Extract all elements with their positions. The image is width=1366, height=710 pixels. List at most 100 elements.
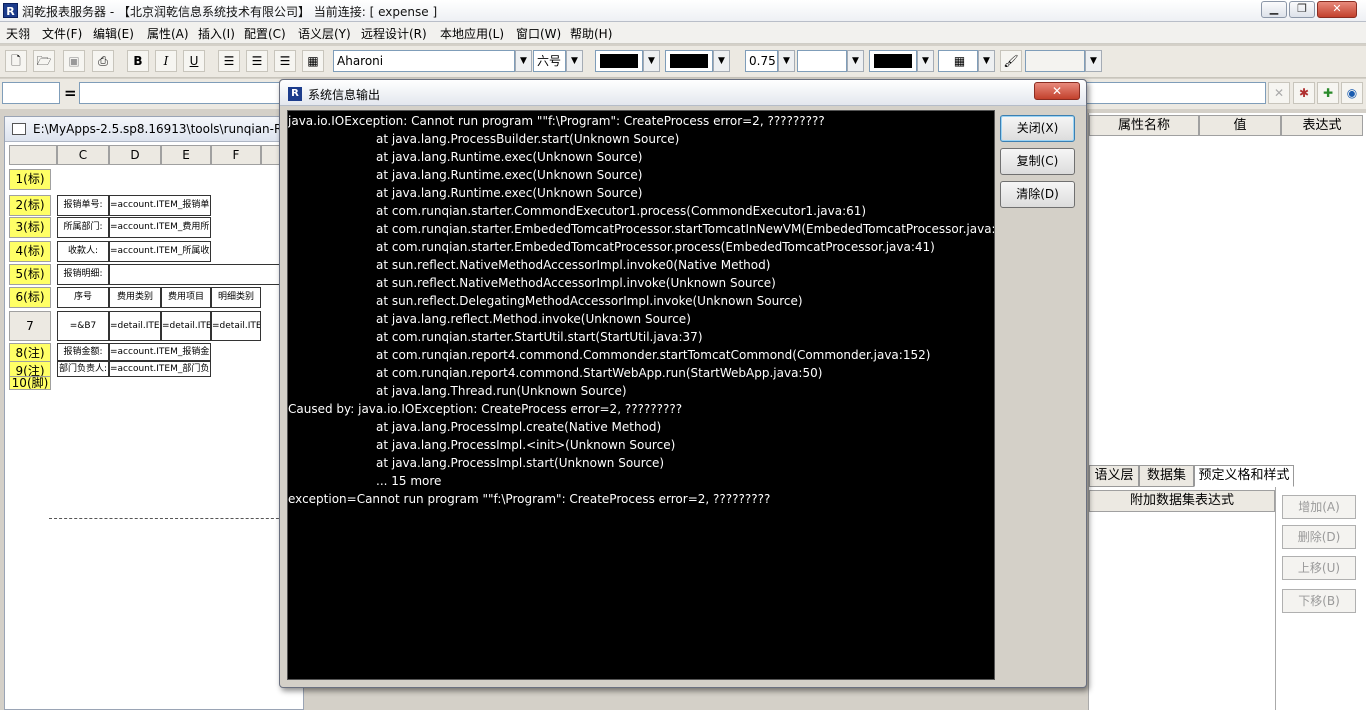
zoom-dropdown-icon[interactable]: ▼ [1085,50,1102,72]
log-line: at com.runqian.report4.commond.StartWebA… [376,366,823,380]
row-header-10[interactable]: 10(脚) [9,376,51,390]
cell-d3[interactable]: =account.ITEM_费用所 [109,217,211,238]
border-style-select[interactable] [797,50,847,72]
cell-f7[interactable]: =detail.ITE [211,311,261,341]
border-width-dropdown-icon[interactable]: ▼ [778,50,795,72]
close-button[interactable]: 关闭(X) [1000,115,1075,142]
font-color-dropdown-icon[interactable]: ▼ [643,50,660,72]
add-button[interactable]: 增加(A) [1282,495,1356,519]
row-header-3[interactable]: 3(标) [9,217,51,238]
cell-d5[interactable] [109,264,285,285]
log-line: at com.runqian.report4.commond.Commonder… [376,348,931,362]
open-folder-icon[interactable]: 🗁 [33,50,55,72]
cell-c6[interactable]: 序号 [57,287,109,308]
copy-button[interactable]: 复制(C) [1000,148,1075,175]
cell-c8[interactable]: 报销金额: [57,343,109,361]
background-color-dropdown-icon[interactable]: ▼ [713,50,730,72]
save-icon[interactable]: ▣ [63,50,85,72]
cell-e7[interactable]: =detail.ITE [161,311,211,341]
menu-insert[interactable]: 插入(I) [198,25,235,42]
border-width-select[interactable]: 0.75 [745,50,778,72]
cell-c4[interactable]: 收款人: [57,241,109,262]
log-output-area[interactable]: java.io.IOException: Cannot run program … [287,110,995,680]
grid-format-icon[interactable]: ▦ [302,50,324,72]
italic-button[interactable]: I [155,50,177,72]
cell-c5[interactable]: 报销明细: [57,264,109,285]
row-header-6[interactable]: 6(标) [9,287,51,308]
row-header-5[interactable]: 5(标) [9,264,51,285]
cell-f6[interactable]: 明细类别 [211,287,261,308]
column-header-e[interactable]: E [161,145,211,165]
menu-file[interactable]: 文件(F) [42,25,82,42]
move-up-button[interactable]: 上移(U) [1282,556,1356,580]
tab-dataset[interactable]: 数据集 [1139,465,1194,487]
align-center-icon[interactable]: ☰ [246,50,268,72]
font-size-select[interactable]: 六号 [533,50,566,72]
log-line: at sun.reflect.NativeMethodAccessorImpl.… [376,276,776,290]
border-type-select[interactable]: ▦ [938,50,978,72]
cell-c7[interactable]: =&B7 [57,311,109,341]
menu-edit[interactable]: 编辑(E) [93,25,134,42]
cell-reference-input[interactable] [2,82,60,104]
log-line: at java.lang.ProcessImpl.create(Native M… [376,420,662,434]
clear-button[interactable]: 清除(D) [1000,181,1075,208]
cell-d2[interactable]: =account.ITEM_报销单 [109,195,211,216]
minimize-icon[interactable]: ▁ [1261,1,1287,18]
menu-semantic[interactable]: 语义层(Y) [298,25,351,42]
toolbar: 🗋 🗁 ▣ ⎙ B I U ☰ ☰ ☰ ▦ Aharoni ▼ 六号 ▼ ▼ ▼… [0,46,1366,107]
border-style-dropdown-icon[interactable]: ▼ [847,50,864,72]
bold-button[interactable]: B [127,50,149,72]
cell-d9[interactable]: =account.ITEM_部门负 [109,361,211,377]
cell-d8[interactable]: =account.ITEM_报销金 [109,343,211,361]
column-header-c[interactable]: C [57,145,109,165]
menu-config[interactable]: 配置(C) [244,25,286,42]
font-name-dropdown-icon[interactable]: ▼ [515,50,532,72]
zoom-select[interactable] [1025,50,1085,72]
log-line: at java.lang.ProcessImpl.<init>(Unknown … [376,438,676,452]
tab-predefined-styles[interactable]: 预定义格和样式 [1194,465,1294,487]
column-header-f[interactable]: F [211,145,261,165]
menu-help[interactable]: 帮助(H) [570,25,612,42]
row-header-1[interactable]: 1(标) [9,169,51,190]
maximize-icon[interactable]: ❐ [1289,1,1315,18]
new-file-icon[interactable]: 🗋 [5,50,27,72]
align-left-icon[interactable]: ☰ [218,50,240,72]
tab-semantic-layer[interactable]: 语义层 [1089,465,1139,487]
cell-e6[interactable]: 费用项目 [161,287,211,308]
puzzle-icon[interactable]: ✚ [1317,82,1339,104]
cell-c3[interactable]: 所属部门: [57,217,109,238]
cell-c9[interactable]: 部门负责人: [57,361,109,377]
underline-button[interactable]: U [183,50,205,72]
row-header-2[interactable]: 2(标) [9,195,51,216]
log-line: at java.lang.ProcessBuilder.start(Unknow… [376,132,680,146]
print-preview-icon[interactable]: ⎙ [92,50,114,72]
column-header-corner[interactable] [9,145,57,165]
font-size-dropdown-icon[interactable]: ▼ [566,50,583,72]
border-type-dropdown-icon[interactable]: ▼ [978,50,995,72]
menu-remote-design[interactable]: 远程设计(R) [361,25,427,42]
delete-button[interactable]: 删除(D) [1282,525,1356,549]
format-brush-icon[interactable]: 🖌 [1000,50,1022,72]
dialog-close-icon[interactable]: ✕ [1034,82,1080,100]
border-color-dropdown-icon[interactable]: ▼ [917,50,934,72]
cancel-edit-icon[interactable]: ✕ [1268,82,1290,104]
column-header-d[interactable]: D [109,145,161,165]
font-name-select[interactable]: Aharoni [333,50,515,72]
cell-d4[interactable]: =account.ITEM_所属收 [109,241,211,262]
debug-icon[interactable]: ✱ [1293,82,1315,104]
menu-local-app[interactable]: 本地应用(L) [440,25,504,42]
cell-c2[interactable]: 报销单号: [57,195,109,216]
menu-window[interactable]: 窗口(W) [516,25,561,42]
cell-d7[interactable]: =detail.ITE [109,311,161,341]
cell-d6[interactable]: 费用类别 [109,287,161,308]
align-right-icon[interactable]: ☰ [274,50,296,72]
close-icon[interactable]: ✕ [1317,1,1357,18]
browser-preview-icon[interactable]: ◉ [1341,82,1363,104]
menu-tianling[interactable]: 天翎 [6,25,30,42]
log-line: at java.lang.Runtime.exec(Unknown Source… [376,168,643,182]
menu-bar: 天翎 文件(F) 编辑(E) 属性(A) 插入(I) 配置(C) 语义层(Y) … [0,22,1366,44]
menu-attribute[interactable]: 属性(A) [147,25,189,42]
row-header-4[interactable]: 4(标) [9,241,51,262]
row-header-7[interactable]: 7 [9,311,51,341]
move-down-button[interactable]: 下移(B) [1282,589,1356,613]
